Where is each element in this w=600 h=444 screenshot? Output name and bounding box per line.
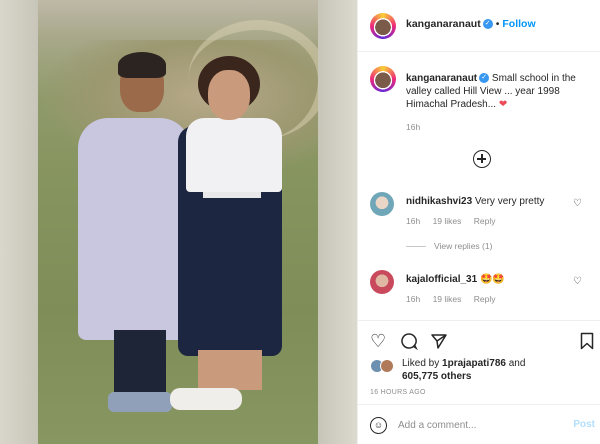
post-photo-area [0,0,357,444]
comment-time[interactable]: 16h [406,294,420,304]
header-line: kanganaranaut ✓ • Follow [406,18,536,30]
comment-likes[interactable]: 19 likes [433,216,462,226]
post-side-panel: kanganaranaut ✓ • Follow kanganaranaut ✓ Sma… [357,0,600,444]
caption-username[interactable]: kanganaranaut [406,73,477,84]
commenter-avatar[interactable] [370,192,394,216]
heart-emoji: ❤ [498,99,508,110]
comment-heart-icon[interactable]: ♡ [573,198,582,209]
comment-username[interactable]: kajalofficial_31 [406,274,477,285]
comment-heart-icon[interactable]: ♡ [573,276,582,287]
comment-input[interactable] [398,415,558,435]
girl-right-head [208,70,250,120]
comment-meta: 16h 19 likes Reply [406,294,506,304]
comment-text: nidhikashvi23 Very very pretty [406,196,544,207]
reply-button[interactable]: Reply [474,294,496,304]
comment-icon[interactable] [400,332,418,350]
view-replies-button[interactable]: View replies (1) [406,241,492,251]
girl-right-belt [203,192,261,198]
comment-body: 🤩🤩 [479,274,505,285]
likes-others[interactable]: 605,775 others [402,371,472,382]
girl-right-legs [198,350,262,390]
girl-left-dress [78,118,190,340]
comment-likes[interactable]: 19 likes [433,294,462,304]
post-photo[interactable] [38,0,318,444]
girl-left-pants [114,330,166,392]
caption-time[interactable]: 16h [406,122,420,132]
emoji-icon[interactable]: ☺ [370,417,387,434]
liked-by-user[interactable]: 1prajapati786 [442,358,506,369]
comment-time[interactable]: 16h [406,216,420,226]
comment-bar: ☺ Post [358,404,600,444]
liked-by-and: and [508,358,526,369]
caption-text: kanganaranaut ✓ Small school in the valle… [406,72,596,111]
photo-blur-right [318,0,357,444]
comment-username[interactable]: nidhikashvi23 [406,196,472,207]
caption-avatar[interactable] [370,66,396,92]
girl-right-shirt [186,118,282,192]
commenter-avatar[interactable] [370,270,394,294]
verified-badge-icon: ✓ [479,73,490,84]
post-timestamp[interactable]: 16 HOURS AGO [370,389,426,396]
bookmark-icon[interactable] [580,332,594,350]
share-icon[interactable] [430,332,448,350]
photo-blur-left [0,0,38,444]
reply-button[interactable]: Reply [474,216,496,226]
replies-divider [406,246,426,248]
girl-left-feet [108,392,172,412]
follow-button[interactable]: Follow [502,18,535,30]
author-avatar[interactable] [370,13,396,39]
girl-right-feet [170,388,242,410]
likes-summary: Liked by 1prajapati786 and 605,775 other… [402,357,525,383]
comment-meta: 16h 19 likes Reply [406,216,506,226]
verified-badge-icon: ✓ [482,19,493,30]
liker-avatar[interactable] [380,359,394,373]
add-circle-icon[interactable] [473,150,491,168]
liked-by-prefix: Liked by [402,358,440,369]
header-separator: • [495,18,500,30]
comment-text: kajalofficial_31 🤩🤩 [406,274,505,285]
girl-left-hair [118,52,166,78]
author-username[interactable]: kanganaranaut [406,18,481,30]
post-comment-button[interactable]: Post [573,419,595,430]
view-replies-label: View replies (1) [434,241,493,251]
heart-icon[interactable]: ♡ [370,331,386,351]
post-header: kanganaranaut ✓ • Follow [358,0,600,52]
comment-body: Very very pretty [474,196,545,207]
